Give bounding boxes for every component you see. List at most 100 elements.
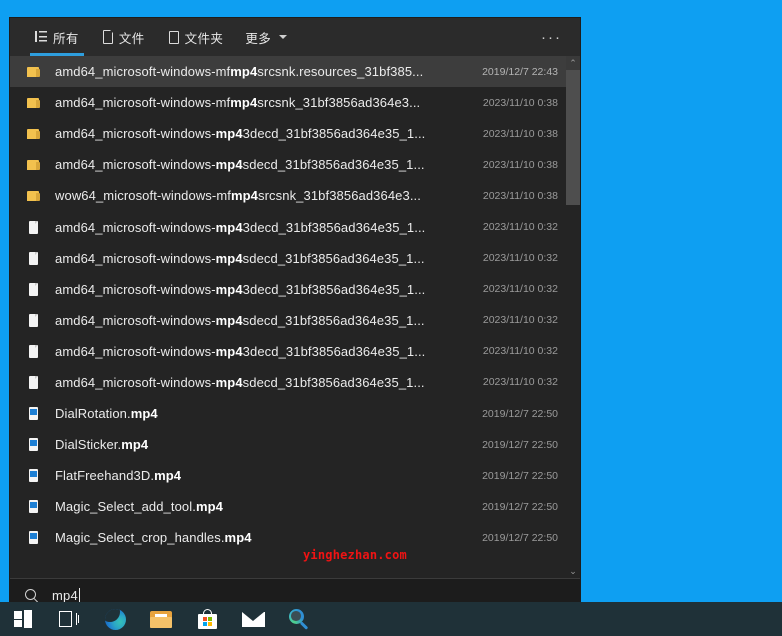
search-input-value: mp4 xyxy=(52,588,78,603)
result-name-prefix: amd64_microsoft-windows-mf xyxy=(55,64,231,80)
result-name-suffix: sdecd_31bf3856ad364e35_1... xyxy=(242,157,425,173)
search-result-date: 2023/11/10 0:38 xyxy=(482,96,558,109)
search-result-row[interactable]: Magic_Select_add_tool.mp4 2019/12/7 22:50 xyxy=(10,491,580,522)
overflow-menu-button[interactable]: ··· xyxy=(541,18,562,56)
search-result-row[interactable]: amd64_microsoft-windows-mp4sdecd_31bf385… xyxy=(10,305,580,336)
search-result-date: 2023/11/10 0:32 xyxy=(482,376,558,389)
result-name-suffix: 3decd_31bf3856ad364e35_1... xyxy=(242,281,426,297)
store-bag-icon xyxy=(197,609,217,629)
search-result-date: 2019/12/7 22:43 xyxy=(482,65,558,78)
result-name-match: mp4 xyxy=(215,219,243,235)
search-result-date: 2023/11/10 0:32 xyxy=(482,345,558,358)
search-result-row[interactable]: amd64_microsoft-windows-mp4sdecd_31bf385… xyxy=(10,367,580,398)
document-icon xyxy=(26,250,43,267)
result-name-prefix: amd64_microsoft-windows- xyxy=(55,374,216,390)
search-result-row[interactable]: FlatFreehand3D.mp4 2019/12/7 22:50 xyxy=(10,460,580,491)
windows-logo-icon xyxy=(14,610,32,628)
search-result-row[interactable]: amd64_microsoft-windows-mp4sdecd_31bf385… xyxy=(10,243,580,274)
task-view-icon xyxy=(59,611,79,627)
media-file-icon xyxy=(26,467,43,484)
result-name-prefix: Magic_Select_crop_handles. xyxy=(55,530,225,546)
result-name-suffix: sdecd_31bf3856ad364e35_1... xyxy=(242,374,425,390)
result-name-match: mp4 xyxy=(215,126,243,142)
start-button[interactable] xyxy=(0,602,46,636)
result-name-suffix: 3decd_31bf3856ad364e35_1... xyxy=(242,343,426,359)
search-result-row[interactable]: amd64_microsoft-windows-mp4sdecd_31bf385… xyxy=(10,149,580,180)
search-result-date: 2019/12/7 22:50 xyxy=(482,438,558,451)
task-view-button[interactable] xyxy=(46,602,92,636)
scrollbar-thumb[interactable] xyxy=(566,70,580,205)
search-result-row[interactable]: DialSticker.mp4 2019/12/7 22:50 xyxy=(10,429,580,460)
search-result-row[interactable]: amd64_microsoft-windows-mfmp4srcsnk_31bf… xyxy=(10,87,580,118)
search-result-row[interactable]: amd64_microsoft-windows-mp43decd_31bf385… xyxy=(10,336,580,367)
result-name-match: mp4 xyxy=(215,157,243,173)
search-result-row[interactable]: amd64_microsoft-windows-mfmp4srcsnk.reso… xyxy=(10,56,580,88)
result-name-prefix: amd64_microsoft-windows- xyxy=(55,312,216,328)
document-icon xyxy=(26,374,43,391)
search-result-name: amd64_microsoft-windows-mp4sdecd_31bf385… xyxy=(55,251,473,266)
search-result-date: 2019/12/7 22:50 xyxy=(482,469,558,482)
text-caret xyxy=(78,588,80,603)
result-name-match: mp4 xyxy=(154,468,182,484)
result-name-suffix: sdecd_31bf3856ad364e35_1... xyxy=(242,312,425,328)
search-result-row[interactable]: amd64_microsoft-windows-mp43decd_31bf385… xyxy=(10,211,580,242)
search-result-row[interactable]: DialRotation.mp4 2019/12/7 22:50 xyxy=(10,398,580,429)
search-result-name: amd64_microsoft-windows-mp4sdecd_31bf385… xyxy=(55,313,473,328)
search-input[interactable]: mp4 xyxy=(52,588,80,603)
result-name-match: mp4 xyxy=(230,95,258,111)
mail-button[interactable] xyxy=(230,602,276,636)
result-name-match: mp4 xyxy=(195,499,223,515)
scroll-down-arrow-icon[interactable]: ⌄ xyxy=(566,564,580,578)
search-result-row[interactable]: amd64_microsoft-windows-mp43decd_31bf385… xyxy=(10,118,580,149)
tab-files-label: 文件 xyxy=(118,31,145,46)
result-name-prefix: DialSticker. xyxy=(55,437,122,453)
search-button[interactable] xyxy=(276,602,322,636)
search-result-name: FlatFreehand3D.mp4 xyxy=(55,468,472,483)
folder-icon xyxy=(26,125,43,142)
media-file-icon xyxy=(26,436,43,453)
edge-button[interactable] xyxy=(92,602,138,636)
search-results-list: amd64_microsoft-windows-mfmp4srcsnk.reso… xyxy=(10,56,580,578)
results-scrollbar[interactable]: ⌃ ⌄ xyxy=(566,56,580,578)
edge-icon xyxy=(104,608,126,630)
search-result-date: 2019/12/7 22:50 xyxy=(482,407,558,420)
windows-search-flyout: 所有 文件 文件夹 更多 ··· amd64_microsoft-windows… xyxy=(10,18,580,612)
tab-all[interactable]: 所有 xyxy=(24,18,90,56)
search-result-row[interactable]: Magic_Select_crop_handles.mp4 2019/12/7 2… xyxy=(10,522,580,553)
search-result-name: amd64_microsoft-windows-mp43decd_31bf385… xyxy=(55,282,473,297)
search-tab-bar: 所有 文件 文件夹 更多 ··· xyxy=(10,18,580,56)
search-result-date: 2023/11/10 0:38 xyxy=(482,158,558,171)
search-result-name: amd64_microsoft-windows-mfmp4srcsnk.reso… xyxy=(55,64,472,79)
result-name-prefix: amd64_microsoft-windows- xyxy=(55,250,216,266)
tab-files[interactable]: 文件 xyxy=(90,18,156,56)
tab-more-label: 更多 xyxy=(245,31,272,46)
result-name-suffix: 3decd_31bf3856ad364e35_1... xyxy=(242,219,426,235)
scroll-up-arrow-icon[interactable]: ⌃ xyxy=(566,56,580,70)
folder-icon xyxy=(26,63,43,80)
result-name-match: mp4 xyxy=(215,250,243,266)
result-name-prefix: wow64_microsoft-windows-mf xyxy=(55,188,231,204)
file-explorer-button[interactable] xyxy=(138,602,184,636)
envelope-icon xyxy=(241,611,265,627)
document-icon xyxy=(26,343,43,360)
media-file-icon xyxy=(26,405,43,422)
result-name-prefix: DialRotation. xyxy=(55,406,131,422)
result-name-match: mp4 xyxy=(215,281,243,297)
search-result-name: amd64_microsoft-windows-mp43decd_31bf385… xyxy=(55,126,473,141)
result-name-suffix: srcsnk_31bf3856ad364e3... xyxy=(257,95,421,111)
result-name-prefix: Magic_Select_add_tool. xyxy=(55,499,196,515)
result-name-match: mp4 xyxy=(230,64,258,80)
microsoft-store-button[interactable] xyxy=(184,602,230,636)
search-result-name: amd64_microsoft-windows-mfmp4srcsnk_31bf… xyxy=(55,95,473,110)
tab-folders[interactable]: 文件夹 xyxy=(156,18,235,56)
result-name-match: mp4 xyxy=(215,312,243,328)
desktop-background: 所有 文件 文件夹 更多 ··· amd64_microsoft-windows… xyxy=(0,0,782,636)
search-result-row[interactable]: amd64_microsoft-windows-mp43decd_31bf385… xyxy=(10,274,580,305)
folder-icon xyxy=(26,94,43,111)
taskbar xyxy=(0,602,782,636)
result-name-prefix: amd64_microsoft-windows- xyxy=(55,281,216,297)
search-result-date: 2023/11/10 0:38 xyxy=(482,127,558,140)
media-file-icon xyxy=(26,498,43,515)
tab-more[interactable]: 更多 xyxy=(234,18,298,56)
search-result-row[interactable]: wow64_microsoft-windows-mfmp4srcsnk_31bf… xyxy=(10,180,580,211)
